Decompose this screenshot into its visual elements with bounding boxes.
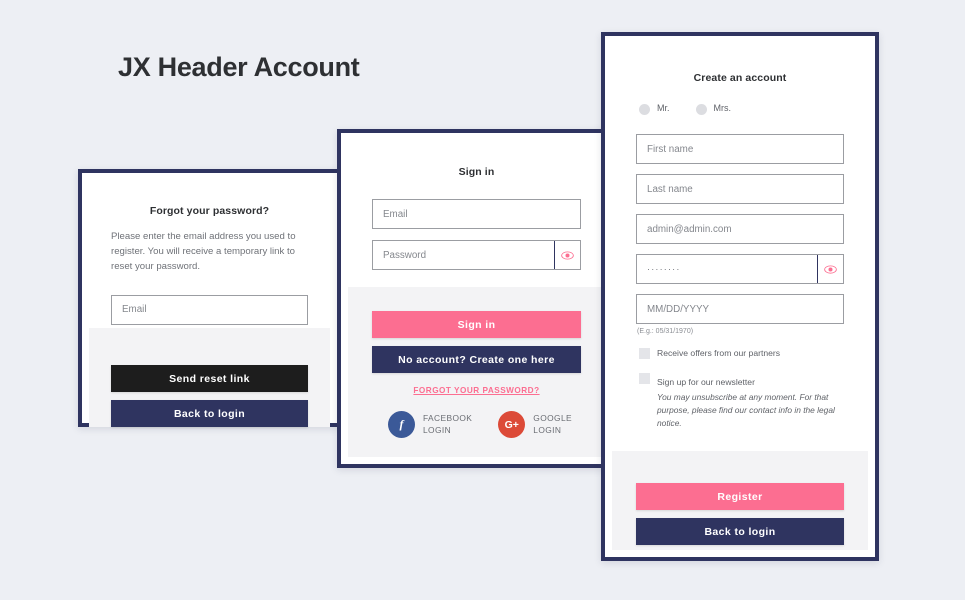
forgot-password-panel: Forgot your password? Please enter the e…: [78, 169, 341, 427]
signin-submit-button[interactable]: Sign in: [372, 311, 581, 338]
eye-icon: [824, 264, 837, 274]
register-back-to-login-button[interactable]: Back to login: [636, 518, 844, 545]
forgot-back-to-login-button[interactable]: Back to login: [111, 400, 308, 427]
facebook-icon: f: [388, 411, 415, 438]
signin-email-input[interactable]: Email: [372, 199, 581, 229]
checkbox-newsletter-box: [639, 373, 650, 385]
radio-mr-label: Mr.: [657, 103, 670, 113]
checkbox-newsletter[interactable]: Sign up for our newsletter You may unsub…: [639, 372, 844, 429]
last-name-placeholder: Last name: [647, 183, 693, 195]
checkbox-newsletter-note: You may unsubscribe at any moment. For t…: [657, 392, 835, 428]
birthday-input[interactable]: MM/DD/YYYY: [636, 294, 844, 324]
facebook-login-label-line1: FACEBOOK: [423, 413, 473, 424]
forgot-email-input[interactable]: Email: [111, 294, 308, 325]
forgot-password-title: Forgot your password?: [149, 205, 270, 217]
signin-email-placeholder: Email: [383, 208, 408, 220]
facebook-login-button[interactable]: f FACEBOOK LOGIN: [388, 411, 472, 438]
forgot-password-description: Please enter the email address you used …: [111, 231, 296, 272]
signin-password-input[interactable]: Password: [372, 240, 581, 270]
register-panel: Create an account Mr. Mrs. First name La…: [601, 32, 879, 561]
register-email-value: admin@admin.com: [647, 223, 732, 235]
google-login-label-line1: GOOGLE: [533, 413, 572, 424]
register-submit-button[interactable]: Register: [636, 483, 844, 510]
checkbox-newsletter-label: Sign up for our newsletter: [657, 377, 755, 388]
google-login-label-line2: LOGIN: [533, 424, 562, 435]
checkbox-partner-offers-box: [639, 348, 650, 359]
page-title: JX Header Account: [118, 52, 360, 82]
register-password-toggle[interactable]: [817, 255, 843, 283]
checkbox-partner-offers[interactable]: Receive offers from our partners: [639, 347, 844, 359]
signin-panel: Sign in Email Password Sign in No accoun…: [337, 129, 616, 468]
first-name-placeholder: First name: [647, 143, 694, 155]
app-root: JX Header Account Forgot your password? …: [0, 0, 965, 600]
eye-icon: [561, 250, 574, 260]
last-name-input[interactable]: Last name: [636, 174, 844, 204]
google-login-label: GOOGLE LOGIN: [533, 413, 572, 435]
checkbox-newsletter-text: Sign up for our newsletter You may unsub…: [657, 372, 844, 429]
register-password-input[interactable]: ········: [636, 254, 844, 284]
radio-mrs-label: Mrs.: [713, 103, 732, 113]
forgot-email-placeholder: Email: [122, 304, 147, 316]
facebook-login-label: FACEBOOK LOGIN: [423, 413, 472, 435]
signin-title: Sign in: [458, 166, 495, 178]
create-account-button[interactable]: No account? Create one here: [372, 346, 581, 373]
signin-password-placeholder: Password: [383, 249, 427, 261]
radio-mr-dot: [639, 104, 650, 115]
first-name-input[interactable]: First name: [636, 134, 844, 164]
social-title-radio-group: Mr. Mrs.: [639, 103, 868, 115]
register-title: Create an account: [693, 72, 787, 84]
radio-mrs[interactable]: Mrs.: [695, 103, 732, 115]
social-login-row: f FACEBOOK LOGIN G+ GOOGLE LOGIN: [372, 411, 581, 438]
register-email-input[interactable]: admin@admin.com: [636, 214, 844, 244]
facebook-login-label-line2: LOGIN: [423, 424, 452, 435]
forgot-password-link[interactable]: FORGOT YOUR PASSWORD?: [372, 386, 581, 395]
send-reset-link-button[interactable]: Send reset link: [111, 365, 308, 392]
google-plus-icon: G+: [498, 411, 526, 438]
google-login-button[interactable]: G+ GOOGLE LOGIN: [498, 411, 572, 438]
radio-mr[interactable]: Mr.: [639, 103, 670, 115]
birthday-hint: (E.g.: 05/31/1970): [637, 328, 694, 335]
signin-password-toggle[interactable]: [554, 241, 580, 269]
register-password-value: ········: [647, 264, 681, 274]
birthday-placeholder: MM/DD/YYYY: [647, 303, 710, 315]
radio-mrs-dot: [695, 104, 707, 115]
checkbox-partner-offers-label: Receive offers from our partners: [657, 348, 781, 358]
